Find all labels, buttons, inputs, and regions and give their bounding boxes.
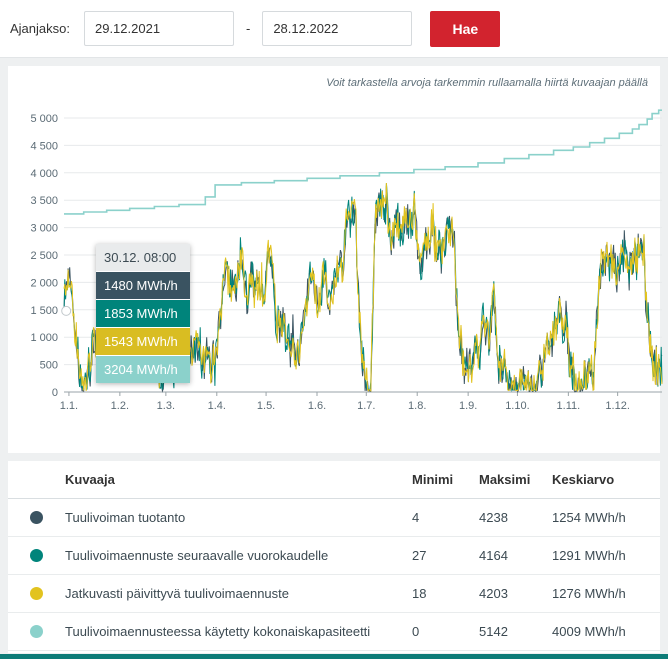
tooltip-value-production: 1480 MWh/h [96,272,190,299]
y-axis-label: 3 500 [30,195,58,207]
date-range-separator: - [246,21,250,36]
series-min: 27 [412,548,479,563]
y-axis-label: 500 [40,360,58,372]
period-label: Ajanjakso: [10,21,70,36]
x-axis-label: 1.8. [408,400,426,412]
y-axis-label: 3 000 [30,223,58,235]
series-min: 0 [412,624,479,639]
start-date-input[interactable] [84,11,234,46]
series-max: 4203 [479,586,552,601]
tooltip-value-forecast-next-day: 1853 MWh/h [96,300,190,327]
series-label: Jatkuvasti päivittyvä tuulivoimaennuste [65,586,289,601]
y-axis-label: 0 [52,387,58,399]
x-axis-label: 1.10. [505,400,529,412]
table-row-forecast-next-day: Tuulivoimaennuste seuraavalle vuorokaude… [8,537,660,575]
series-label: Tuulivoiman tuotanto [65,510,185,525]
series-min: 4 [412,510,479,525]
hover-marker-dot [62,306,71,315]
series-avg: 4009 MWh/h [552,624,660,639]
series-avg: 1291 MWh/h [552,548,660,563]
series-min: 18 [412,586,479,601]
chart-tooltip: 30.12. 08:00 1480 MWh/h 1853 MWh/h 1543 … [96,244,190,383]
table-row-capacity: Tuulivoimaennusteessa käytetty kokonaisk… [8,613,660,651]
col-header-minimi: Minimi [412,472,479,487]
end-date-input[interactable] [262,11,412,46]
x-axis-label: 1.6. [308,400,326,412]
series-avg: 1254 MWh/h [552,510,660,525]
table-row-forecast-updating: Jatkuvasti päivittyvä tuulivoimaennuste … [8,575,660,613]
y-axis-label: 4 500 [30,140,58,152]
col-header-maksimi: Maksimi [479,472,552,487]
x-axis-label: 1.4. [208,400,226,412]
y-axis-label: 2 500 [30,250,58,262]
y-axis-label: 1 500 [30,305,58,317]
tooltip-value-forecast-updating: 1543 MWh/h [96,328,190,355]
tooltip-timestamp: 30.12. 08:00 [96,244,190,271]
x-axis-label: 1.11. [557,400,581,412]
series-max: 5142 [479,624,552,639]
y-axis-label: 5 000 [30,113,58,125]
x-axis-label: 1.5. [257,400,275,412]
series-max: 4164 [479,548,552,563]
tooltip-value-capacity: 3204 MWh/h [96,356,190,383]
series-avg: 1276 MWh/h [552,586,660,601]
search-button[interactable]: Hae [430,11,500,47]
capacity-step-line [64,110,662,214]
x-axis-label: 1.1. [60,400,78,412]
series-label: Tuulivoimaennusteessa käytetty kokonaisk… [65,624,370,639]
table-header-row: Kuvaaja Minimi Maksimi Keskiarvo [8,461,660,499]
series-color-dot-forecast-updating [30,587,43,600]
col-header-keskiarvo: Keskiarvo [552,472,660,487]
app-root: { "filter_bar": { "label": "Ajanjakso:",… [0,0,668,659]
footer-accent-bar [0,654,668,659]
table-row-production: Tuulivoiman tuotanto 4 4238 1254 MWh/h [8,499,660,537]
series-color-dot-production [30,511,43,524]
x-axis-label: 1.7. [357,400,375,412]
zoom-hint-text: Voit tarkastella arvoja tarkemmin rullaa… [16,74,652,92]
x-axis-label: 1.12. [605,400,629,412]
x-axis-label: 1.2. [111,400,129,412]
chart-panel: Voit tarkastella arvoja tarkemmin rullaa… [8,66,660,453]
series-color-dot-forecast-next-day [30,549,43,562]
y-axis-label: 4 000 [30,168,58,180]
statistics-table: Kuvaaja Minimi Maksimi Keskiarvo Tuulivo… [8,461,660,653]
series-color-dot-capacity [30,625,43,638]
series-max: 4238 [479,510,552,525]
x-axis-label: 1.9. [459,400,477,412]
series-label: Tuulivoimaennuste seuraavalle vuorokaude… [65,548,328,563]
x-axis-label: 1.3. [157,400,175,412]
date-filter-bar: Ajanjakso: - Hae [0,0,668,58]
col-header-kuvaaja: Kuvaaja [8,472,412,487]
y-axis-label: 1 000 [30,332,58,344]
y-axis-label: 2 000 [30,277,58,289]
